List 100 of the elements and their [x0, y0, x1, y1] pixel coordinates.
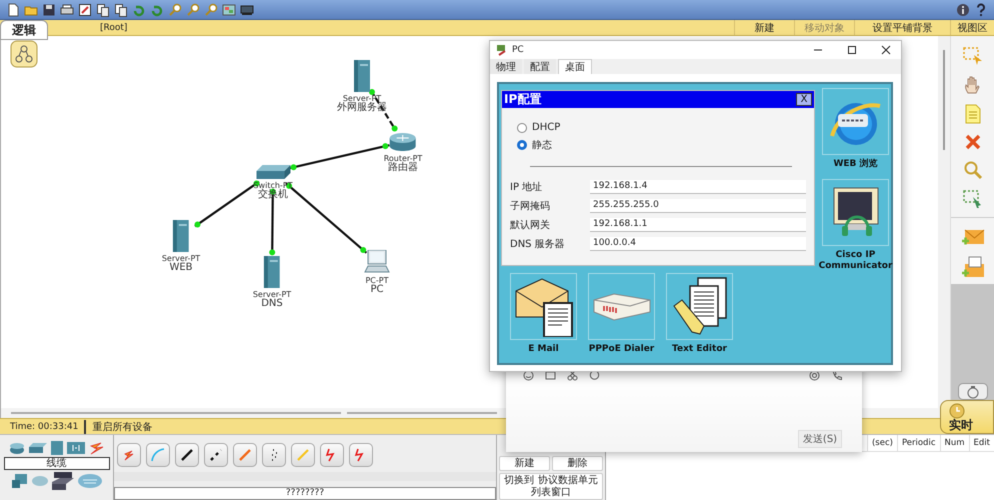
curve-icon	[151, 448, 165, 462]
resize-icon[interactable]	[962, 189, 984, 209]
hand-icon[interactable]	[962, 75, 982, 95]
simulation-tab[interactable]	[958, 383, 988, 400]
computer-icon[interactable]	[12, 474, 28, 488]
edit-icon[interactable]	[78, 2, 92, 16]
toolbar-button[interactable]: 新建	[734, 20, 794, 35]
phone-icon[interactable]	[831, 370, 842, 381]
column-header: Periodic	[896, 435, 940, 451]
category-label: 线缆	[4, 457, 110, 470]
smiley-icon[interactable]	[523, 370, 534, 381]
dialog-title: IP配置	[504, 91, 542, 108]
app-label: PPPoE Dialer	[588, 344, 656, 355]
radio-label: DHCP	[532, 122, 560, 133]
realtime-tab[interactable]: 实时	[940, 400, 994, 434]
zoom-reset-icon[interactable]	[186, 2, 200, 16]
wireless-icon[interactable]	[66, 442, 84, 454]
switch-pdu-list-button[interactable]: 切换到 协议数据单元 列表窗口	[499, 473, 603, 500]
window-tab[interactable]: 配置	[524, 59, 556, 74]
scenario-button[interactable]: 新建	[499, 456, 550, 471]
help-icon[interactable]	[974, 2, 988, 16]
device-model: Server-PT	[252, 290, 292, 299]
window-tab[interactable]: 桌面	[558, 59, 592, 74]
search-icon[interactable]	[962, 160, 982, 180]
radio-button[interactable]	[517, 122, 527, 132]
restart-devices-button[interactable]: 重启所有设备	[86, 420, 158, 434]
input-field[interactable]: 192.168.1.4	[590, 180, 806, 194]
target-icon[interactable]	[809, 370, 820, 381]
scrollbar-track[interactable]	[114, 472, 496, 481]
info-icon[interactable]	[956, 2, 970, 16]
input-field[interactable]: 100.0.0.4	[590, 236, 806, 250]
app-tile[interactable]	[510, 273, 577, 340]
printer-icon[interactable]	[60, 2, 74, 16]
input-field[interactable]: 192.168.1.1	[590, 218, 806, 232]
add-envelope-icon[interactable]	[960, 228, 984, 246]
folder-icon[interactable]	[545, 370, 556, 381]
network-view-icon[interactable]	[10, 40, 38, 68]
device-name: PC	[370, 285, 384, 295]
line-icon	[296, 448, 310, 462]
line-icon	[180, 448, 194, 462]
computer-icon[interactable]	[364, 250, 390, 274]
server-icon[interactable]	[264, 256, 280, 288]
new-file-icon[interactable]	[6, 2, 20, 16]
modem-icon	[592, 292, 652, 322]
switch-icon[interactable]	[256, 165, 290, 179]
palette-icon[interactable]	[222, 2, 236, 16]
select-icon[interactable]	[962, 46, 984, 66]
router-icon[interactable]	[389, 132, 417, 152]
app-label: Cisco IP Communicator	[818, 250, 894, 272]
add-envelope-icon[interactable]	[960, 256, 984, 278]
switch-icon[interactable]	[28, 443, 46, 453]
scrollbar-thumb[interactable]	[943, 50, 945, 150]
send-button[interactable]: 发送(S)	[798, 430, 842, 448]
zoom-out-icon[interactable]	[204, 2, 218, 16]
save-icon[interactable]	[42, 2, 56, 16]
field-label: 子网掩码	[510, 200, 551, 212]
clock-icon	[949, 403, 965, 419]
device-name: 路由器	[388, 163, 418, 173]
server-rack-icon[interactable]	[52, 472, 74, 490]
app-tile[interactable]	[666, 273, 733, 340]
scenario-button[interactable]: 删除	[552, 456, 603, 471]
copy-icon[interactable]	[96, 2, 110, 16]
cable-button[interactable]	[204, 443, 228, 467]
router-icon[interactable]	[8, 442, 24, 454]
device-name: WEB	[169, 263, 193, 273]
lightning-icon[interactable]	[88, 441, 104, 455]
scrollbar-thumb[interactable]	[347, 412, 497, 414]
logical-tab[interactable]: 逻辑	[0, 20, 48, 40]
delete-icon[interactable]	[964, 133, 982, 151]
note-icon[interactable]	[964, 104, 982, 124]
line-icon	[238, 448, 252, 462]
breadcrumb: [Root]	[100, 22, 128, 32]
cable-button[interactable]	[175, 443, 199, 467]
scissors-icon[interactable]	[567, 370, 578, 381]
window-title: PC	[512, 45, 524, 55]
close-icon[interactable]	[881, 45, 891, 55]
radio-button[interactable]	[517, 140, 527, 150]
server-icon[interactable]	[354, 60, 370, 92]
device-model: Router-PT	[384, 154, 422, 163]
app-label: WEB 浏览	[832, 159, 879, 170]
close-button[interactable]: X	[796, 93, 812, 106]
toolbar-button[interactable]: 视图区	[950, 20, 994, 35]
dashed-line-icon	[209, 448, 223, 462]
app-tile[interactable]	[822, 88, 889, 155]
maximize-icon[interactable]	[847, 45, 857, 55]
input-field[interactable]: 255.255.255.0	[590, 198, 806, 212]
window-tab[interactable]: 物理	[490, 59, 522, 74]
paste-icon[interactable]	[114, 2, 128, 16]
device-model: Server-PT	[162, 254, 200, 263]
app-tile[interactable]	[822, 179, 889, 246]
template-icon[interactable]	[240, 2, 254, 16]
zoom-in-icon[interactable]	[168, 2, 182, 16]
scrollbar-thumb[interactable]	[11, 412, 341, 414]
app-tile[interactable]	[588, 273, 655, 340]
radio-label: 静态	[532, 138, 552, 152]
hub-icon[interactable]	[50, 441, 62, 455]
app-label: Text Editor	[671, 344, 728, 355]
stopwatch-icon	[966, 385, 980, 399]
server-icon[interactable]	[173, 220, 189, 252]
toolbar-button[interactable]: 设置平铺背景	[854, 20, 950, 35]
